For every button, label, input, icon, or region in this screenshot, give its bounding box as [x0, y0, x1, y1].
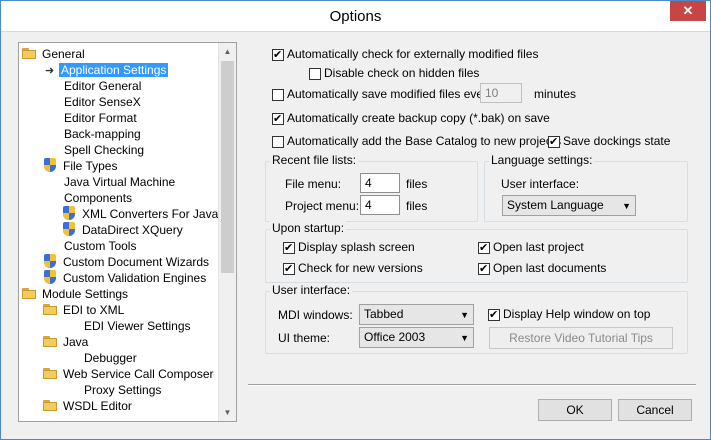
- tree-item-debugger[interactable]: Debugger: [82, 350, 139, 366]
- mdi-windows-label: MDI windows:: [278, 308, 353, 322]
- recent-files-group: Recent file lists: File menu: 4 files Pr…: [265, 153, 478, 222]
- checkbox-box[interactable]: [272, 47, 284, 63]
- title-bar[interactable]: Options ✕: [1, 1, 710, 32]
- close-button[interactable]: ✕: [670, 1, 706, 21]
- base-catalog-checkbox[interactable]: Automatically add the Base Catalog to ne…: [272, 133, 561, 149]
- tree-item-xml-converters[interactable]: XML Converters For Java: [62, 206, 220, 222]
- folder-icon: [43, 368, 58, 379]
- autosave-minutes-input[interactable]: 10: [480, 83, 522, 103]
- tree-item-java[interactable]: Java: [43, 334, 90, 350]
- tree-item-file-types[interactable]: File Types: [43, 158, 119, 174]
- tree-item-editor-general[interactable]: Editor General: [62, 78, 143, 94]
- file-menu-unit: files: [406, 177, 428, 191]
- save-docking-checkbox[interactable]: Save dockings state: [548, 133, 670, 150]
- tree-item-custom-tools[interactable]: Custom Tools: [62, 238, 138, 254]
- ui-theme-label: UI theme:: [278, 331, 331, 345]
- restore-tutorial-tips-button[interactable]: Restore Video Tutorial Tips: [489, 327, 673, 349]
- user-interface-legend: User interface:: [270, 283, 353, 297]
- cancel-button[interactable]: Cancel: [618, 399, 692, 421]
- folder-icon: [43, 304, 58, 315]
- user-interface-group: User interface: MDI windows: Tabbed ▼ UI …: [265, 283, 688, 354]
- tree-item-application-settings[interactable]: ➜ Application Settings: [45, 62, 169, 78]
- ui-language-select[interactable]: System Language ▼: [502, 195, 636, 216]
- checkbox-box[interactable]: [309, 68, 321, 80]
- tree-item-custom-validation-engines[interactable]: Custom Validation Engines: [43, 270, 208, 286]
- folder-icon: [43, 400, 58, 411]
- settings-tree[interactable]: General ➜ Application Settings Editor Gen…: [18, 42, 237, 422]
- tree-item-back-mapping[interactable]: Back-mapping: [62, 126, 143, 142]
- options-window: Options ✕ General ➜ Application Settings …: [0, 0, 711, 440]
- tree-scrollbar[interactable]: ▲ ▼: [218, 43, 236, 421]
- checkbox-box[interactable]: [272, 111, 284, 127]
- project-menu-label: Project menu:: [285, 199, 360, 213]
- tree-item-custom-document-wizards[interactable]: Custom Document Wizards: [43, 254, 211, 270]
- mdi-windows-select[interactable]: Tabbed ▼: [359, 304, 474, 325]
- new-versions-checkbox[interactable]: Check for new versions: [283, 260, 423, 277]
- arrow-icon: ➜: [45, 65, 55, 77]
- close-icon: ✕: [682, 3, 694, 18]
- checkbox-box[interactable]: [272, 136, 284, 148]
- tree-item-spell-checking[interactable]: Spell Checking: [62, 142, 146, 158]
- checkbox-box[interactable]: [283, 261, 295, 277]
- shield-icon: [62, 206, 76, 221]
- startup-legend: Upon startup:: [270, 221, 347, 235]
- tree-item-edi-to-xml[interactable]: EDI to XML: [43, 302, 126, 318]
- checkbox-box[interactable]: [488, 307, 500, 323]
- last-project-checkbox[interactable]: Open last project: [478, 239, 584, 256]
- tree-item-general[interactable]: General: [22, 46, 87, 62]
- splash-checkbox[interactable]: Display splash screen: [283, 239, 415, 256]
- shield-icon: [62, 222, 76, 237]
- tree-item-wsdl-editor[interactable]: WSDL Editor: [43, 398, 134, 414]
- checkbox-box[interactable]: [548, 134, 560, 150]
- scroll-thumb[interactable]: [221, 61, 234, 273]
- autosave-unit: minutes: [534, 87, 577, 101]
- ok-button[interactable]: OK: [538, 399, 612, 421]
- dialog-body: General ➜ Application Settings Editor Gen…: [1, 32, 710, 439]
- language-legend: Language settings:: [489, 153, 595, 167]
- check-external-checkbox[interactable]: Automatically check for externally modif…: [272, 46, 538, 63]
- shield-icon: [43, 254, 57, 269]
- tree-item-editor-format[interactable]: Editor Format: [62, 110, 139, 126]
- tree-item-datadirect-xquery[interactable]: DataDirect XQuery: [62, 222, 185, 238]
- settings-panel: Automatically check for externally modif…: [248, 42, 696, 386]
- footer-separator: [248, 384, 696, 386]
- tree-item-module-settings[interactable]: Module Settings: [22, 286, 130, 302]
- checkbox-box[interactable]: [478, 261, 490, 277]
- file-menu-label: File menu:: [285, 177, 342, 191]
- tree-item-web-service-call-composer[interactable]: Web Service Call Composer: [43, 366, 216, 382]
- shield-icon: [43, 158, 57, 173]
- autosave-checkbox[interactable]: Automatically save modified files every: [272, 86, 493, 102]
- folder-icon: [22, 288, 37, 299]
- tree-item-edi-viewer-settings[interactable]: EDI Viewer Settings: [82, 318, 193, 334]
- checkbox-box[interactable]: [272, 89, 284, 101]
- checkbox-box[interactable]: [283, 240, 295, 256]
- ui-theme-select[interactable]: Office 2003 ▼: [359, 327, 474, 348]
- ui-language-label: User interface:: [501, 177, 580, 191]
- tree-item-components[interactable]: Components: [62, 190, 134, 206]
- checkbox-box[interactable]: [478, 240, 490, 256]
- shield-icon: [43, 270, 57, 285]
- help-window-checkbox[interactable]: Display Help window on top: [488, 306, 650, 323]
- chevron-down-icon: ▼: [460, 333, 469, 343]
- tree-item-editor-sensex[interactable]: Editor SenseX: [62, 94, 143, 110]
- scroll-up-icon[interactable]: ▲: [219, 43, 236, 60]
- recent-files-legend: Recent file lists:: [270, 153, 359, 167]
- folder-icon: [43, 336, 58, 347]
- startup-group: Upon startup: Display splash screen Chec…: [265, 221, 688, 283]
- disable-hidden-checkbox[interactable]: Disable check on hidden files: [309, 65, 479, 81]
- last-documents-checkbox[interactable]: Open last documents: [478, 260, 606, 277]
- tree-item-java-vm[interactable]: Java Virtual Machine: [62, 174, 177, 190]
- language-group: Language settings: User interface: Syste…: [484, 153, 688, 222]
- folder-icon: [22, 48, 37, 59]
- file-menu-input[interactable]: 4: [360, 173, 400, 193]
- project-menu-unit: files: [406, 199, 428, 213]
- window-title: Options: [329, 8, 382, 25]
- scroll-down-icon[interactable]: ▼: [219, 404, 236, 421]
- backup-checkbox[interactable]: Automatically create backup copy (*.bak)…: [272, 110, 550, 127]
- chevron-down-icon: ▼: [622, 201, 631, 211]
- project-menu-input[interactable]: 4: [360, 195, 400, 215]
- chevron-down-icon: ▼: [460, 310, 469, 320]
- tree-item-proxy-settings[interactable]: Proxy Settings: [82, 382, 163, 398]
